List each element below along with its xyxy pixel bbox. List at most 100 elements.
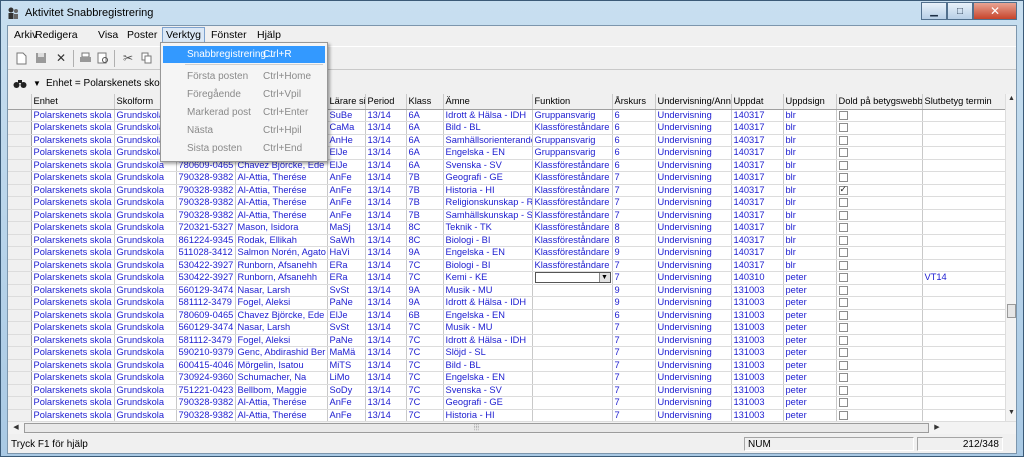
table-cell[interactable]: 6A bbox=[406, 159, 444, 172]
table-cell[interactable]: Al-Attia, Therése bbox=[235, 409, 328, 421]
table-cell[interactable]: Fogel, Aleksi bbox=[235, 296, 328, 310]
table-cell[interactable]: 13/14 bbox=[365, 271, 407, 285]
table-cell[interactable]: Undervisning bbox=[655, 109, 732, 122]
minimize-button[interactable]: ▁ bbox=[921, 2, 947, 20]
table-cell[interactable]: Grundskola bbox=[114, 346, 177, 360]
dropdown-item[interactable]: Snabbregistrering... Ctrl+R bbox=[163, 46, 325, 63]
checkbox[interactable] bbox=[838, 285, 848, 295]
table-cell[interactable]: Svenska - SV bbox=[443, 159, 533, 172]
row-selector[interactable] bbox=[8, 284, 32, 297]
table-cell[interactable]: 13/14 bbox=[365, 134, 407, 147]
table-cell[interactable]: Musik - MU bbox=[443, 321, 533, 335]
table-cell[interactable]: 7 bbox=[612, 271, 656, 285]
table-cell[interactable] bbox=[922, 409, 1005, 421]
table-cell[interactable]: 8 bbox=[612, 221, 656, 235]
table-cell[interactable]: Undervisning bbox=[655, 196, 732, 210]
table-cell[interactable] bbox=[922, 296, 1005, 310]
table-cell[interactable]: 6 bbox=[612, 159, 656, 172]
checkbox[interactable] bbox=[838, 110, 848, 120]
table-cell[interactable]: Idrott & Hälsa - IDH bbox=[443, 296, 533, 310]
table-cell[interactable] bbox=[922, 246, 1005, 260]
checkbox[interactable] bbox=[838, 323, 848, 333]
table-cell[interactable]: 7 bbox=[612, 334, 656, 347]
function-combobox[interactable]: ▼ bbox=[534, 272, 611, 284]
table-cell[interactable]: 13/14 bbox=[365, 121, 407, 135]
row-selector[interactable] bbox=[8, 246, 32, 260]
table-cell[interactable]: Engelska - EN bbox=[443, 246, 533, 260]
table-cell[interactable]: Teknik - TK bbox=[443, 221, 533, 235]
row-selector[interactable] bbox=[8, 221, 32, 235]
table-cell[interactable]: ERa bbox=[327, 271, 366, 285]
row-selector[interactable] bbox=[8, 184, 32, 197]
table-cell[interactable]: 131003 bbox=[731, 284, 784, 297]
table-cell[interactable]: Polarskenets skola bbox=[31, 184, 115, 197]
table-cell[interactable]: 7 bbox=[612, 184, 656, 197]
table-cell[interactable]: Undervisning bbox=[655, 171, 732, 185]
table-cell[interactable]: Mörgelin, Isatou bbox=[235, 359, 328, 372]
table-cell[interactable] bbox=[532, 396, 613, 410]
table-cell[interactable]: blr bbox=[783, 109, 837, 122]
table-cell[interactable]: 140317 bbox=[731, 171, 784, 185]
table-cell[interactable]: AnFe bbox=[327, 409, 366, 421]
table-row[interactable]: Polarskenets skola Grundskola SuBe 13/14 6A I… bbox=[8, 109, 1005, 122]
table-cell[interactable]: Grundskola bbox=[114, 271, 177, 285]
table-cell[interactable]: Historia - HI bbox=[443, 409, 533, 421]
table-cell[interactable]: 13/14 bbox=[365, 109, 407, 122]
vertical-scrollbar[interactable]: ▲ ▼ bbox=[1005, 94, 1016, 421]
table-cell[interactable]: 7B bbox=[406, 209, 444, 222]
checkbox[interactable] bbox=[838, 135, 848, 145]
table-cell[interactable]: Polarskenets skola bbox=[31, 284, 115, 297]
table-cell[interactable]: 140317 bbox=[731, 146, 784, 160]
table-cell[interactable]: Geografi - GE bbox=[443, 396, 533, 410]
table-cell[interactable]: Klassföreståndare bbox=[532, 246, 613, 260]
table-cell[interactable]: Samhällskunskap - S bbox=[443, 209, 533, 222]
table-cell[interactable]: 8C bbox=[406, 234, 444, 247]
table-cell[interactable]: 131003 bbox=[731, 384, 784, 397]
table-cell[interactable]: Klassföreståndare bbox=[532, 196, 613, 210]
table-cell[interactable]: Grundskola bbox=[114, 296, 177, 310]
table-cell[interactable]: Polarskenets skola bbox=[31, 121, 115, 135]
table-cell[interactable]: 9A bbox=[406, 296, 444, 310]
new-icon[interactable] bbox=[14, 51, 28, 65]
table-cell[interactable]: 7 bbox=[612, 171, 656, 185]
table-cell[interactable]: Polarskenets skola bbox=[31, 309, 115, 322]
table-cell[interactable]: Undervisning bbox=[655, 284, 732, 297]
hidden-checkbox-cell[interactable] bbox=[836, 371, 923, 385]
table-cell[interactable]: Polarskenets skola bbox=[31, 196, 115, 210]
column-header[interactable]: Funktion bbox=[532, 94, 613, 110]
checkbox[interactable] bbox=[838, 273, 848, 283]
save-icon[interactable] bbox=[34, 51, 48, 65]
checkbox[interactable] bbox=[838, 310, 848, 320]
checkbox[interactable] bbox=[838, 248, 848, 258]
checkbox[interactable] bbox=[838, 173, 848, 183]
table-cell[interactable] bbox=[922, 221, 1005, 235]
table-row[interactable]: Polarskenets skola Grundskola 560129-3474 N… bbox=[8, 284, 1005, 297]
table-cell[interactable]: Undervisning bbox=[655, 234, 732, 247]
table-cell[interactable]: peter bbox=[783, 321, 837, 335]
table-cell[interactable]: 7C bbox=[406, 346, 444, 360]
table-cell[interactable]: Klassföreståndare bbox=[532, 184, 613, 197]
table-cell[interactable]: 7 bbox=[612, 384, 656, 397]
table-cell[interactable]: Al-Attia, Therése bbox=[235, 171, 328, 185]
table-cell[interactable]: 560129-3474 bbox=[176, 284, 236, 297]
table-cell[interactable]: 790328-9382 bbox=[176, 396, 236, 410]
hidden-checkbox-cell[interactable] bbox=[836, 184, 923, 197]
checkbox[interactable] bbox=[838, 348, 848, 358]
table-cell[interactable]: Bild - BL bbox=[443, 121, 533, 135]
row-selector[interactable] bbox=[8, 171, 32, 185]
table-cell[interactable]: Undervisning bbox=[655, 159, 732, 172]
table-cell[interactable]: peter bbox=[783, 384, 837, 397]
table-row[interactable]: Polarskenets skola Grundskola 790328-9382 A… bbox=[8, 396, 1005, 410]
horizontal-scroll-thumb[interactable]: ⦙⦙⦙ bbox=[24, 423, 929, 433]
filter-dropdown-icon[interactable]: ▼ bbox=[30, 76, 44, 90]
column-header[interactable]: Dold på betygswebb bbox=[836, 94, 923, 110]
hidden-checkbox-cell[interactable] bbox=[836, 234, 923, 247]
table-cell[interactable]: HaVi bbox=[327, 246, 366, 260]
column-header[interactable]: Uppdat bbox=[731, 94, 784, 110]
table-cell[interactable]: 13/14 bbox=[365, 359, 407, 372]
delete-icon[interactable]: ✕ bbox=[54, 51, 68, 65]
vertical-scroll-thumb[interactable] bbox=[1007, 304, 1016, 318]
checkbox[interactable] bbox=[838, 223, 848, 233]
table-cell[interactable]: Polarskenets skola bbox=[31, 109, 115, 122]
table-cell[interactable]: Polarskenets skola bbox=[31, 409, 115, 421]
